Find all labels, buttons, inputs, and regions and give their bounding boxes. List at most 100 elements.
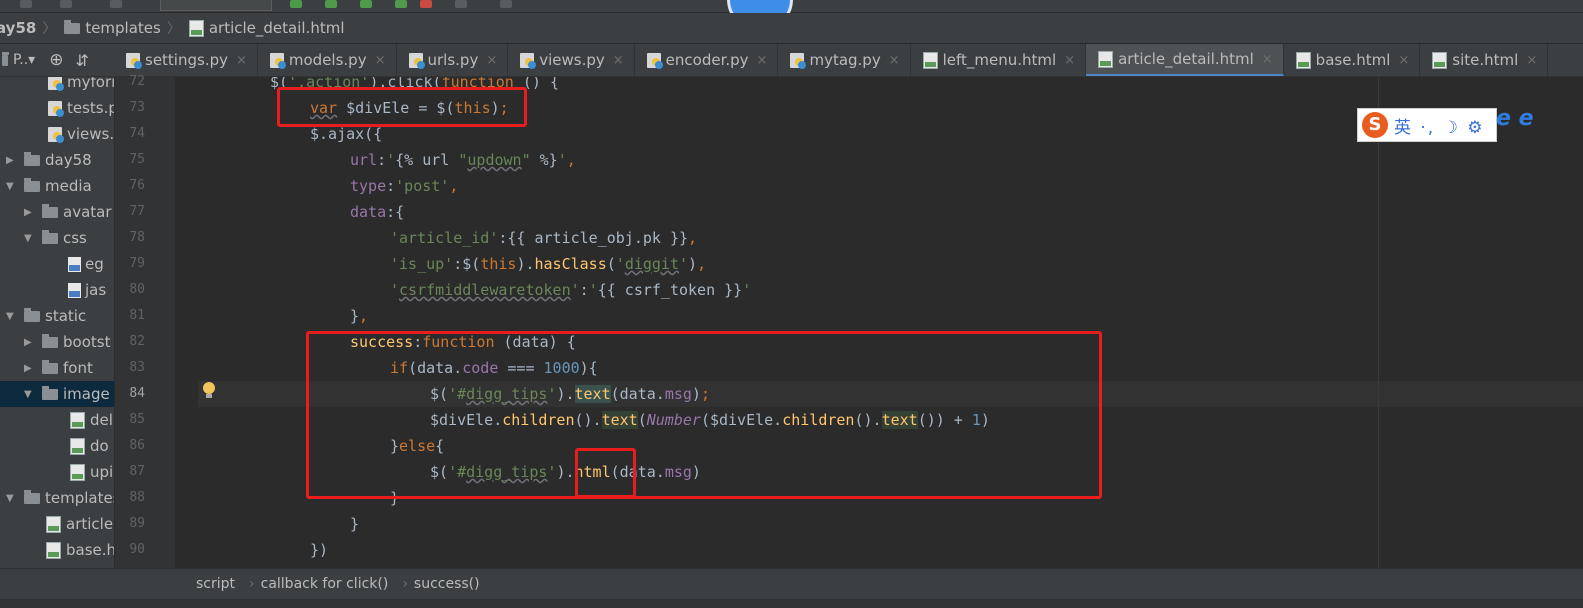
fold-marker[interactable] (180, 77, 188, 103)
tab-urls-py[interactable]: urls.py × (397, 44, 509, 76)
fold-marker[interactable] (180, 311, 188, 337)
close-icon[interactable]: × (1262, 52, 1273, 67)
crosshair-icon[interactable]: ⊕ (49, 50, 63, 70)
folder-icon (42, 203, 58, 218)
debug-icon[interactable] (325, 0, 337, 8)
close-icon[interactable]: × (1526, 53, 1537, 68)
breadcrumb-folder[interactable]: templates (64, 19, 161, 37)
chevron-right-icon[interactable]: ▶ (6, 155, 16, 166)
folder-icon (42, 385, 58, 400)
chevron-right-icon[interactable]: ▶ (24, 337, 34, 348)
back-icon[interactable] (20, 0, 32, 8)
breadcrumb-project[interactable]: ay58 (0, 19, 36, 37)
code-crumb-success[interactable]: success() (414, 576, 480, 592)
fold-marker[interactable] (180, 363, 188, 389)
tree-item-day58[interactable]: ▶ day58 (6, 147, 92, 173)
chevron-down-icon[interactable]: ▼ (6, 311, 16, 322)
fold-marker[interactable] (180, 467, 188, 493)
vcs-icon[interactable] (455, 0, 467, 8)
fold-marker[interactable] (180, 207, 188, 233)
close-icon[interactable]: × (1398, 53, 1409, 68)
close-icon[interactable]: × (486, 53, 497, 68)
fold-marker[interactable] (180, 415, 188, 441)
breadcrumb-file[interactable]: article_detail.html (188, 19, 345, 37)
code-line-78: 'article_id':{{ article_obj.pk }}, (390, 229, 698, 247)
fold-marker[interactable] (180, 181, 188, 207)
chevron-right-icon[interactable]: ▶ (24, 363, 34, 374)
project-tree[interactable]: myforı tests.p views.(▶ day58 ▼ media ▶ avatar ▼… (0, 77, 115, 568)
fold-marker[interactable] (180, 129, 188, 155)
fold-marker[interactable] (180, 441, 188, 467)
collapse-icon[interactable]: ⇵ (75, 51, 88, 70)
close-icon[interactable]: × (889, 53, 900, 68)
tab-views-py[interactable]: views.py × (508, 44, 635, 76)
tree-item-label: article (66, 515, 114, 533)
fold-marker[interactable] (180, 155, 188, 181)
fold-marker[interactable] (180, 233, 188, 259)
close-icon[interactable]: × (375, 53, 386, 68)
code-crumb-script[interactable]: script (196, 576, 235, 592)
tree-item-label: myforı (67, 77, 115, 91)
tree-item-tests-p[interactable]: tests.p (48, 95, 114, 121)
tab-models-py[interactable]: models.py × (258, 44, 397, 76)
stop-icon[interactable] (420, 0, 432, 8)
chevron-down-icon[interactable]: ▼ (6, 493, 16, 504)
tree-item-upi[interactable]: upi (70, 459, 113, 485)
build-icon[interactable] (110, 0, 122, 8)
lightbulb-icon[interactable] (202, 382, 216, 400)
close-icon[interactable]: × (613, 53, 624, 68)
ime-status-text[interactable]: 英 ·, ☽ ⚙ (1394, 113, 1485, 138)
tree-item-article[interactable]: article (46, 511, 113, 537)
fold-marker[interactable] (180, 493, 188, 519)
tab-article-detail-html[interactable]: article_detail.html × (1086, 44, 1284, 76)
tree-item-jas[interactable]: jas (68, 277, 106, 303)
ime-logo-icon[interactable]: S (1362, 112, 1388, 138)
code-line-76: type:'post', (350, 177, 459, 195)
tree-item-eg[interactable]: eg (68, 251, 104, 277)
tree-item-del[interactable]: del (70, 407, 113, 433)
tree-item-font[interactable]: ▶ font (24, 355, 93, 381)
tree-item-base-h[interactable]: base.h (46, 537, 114, 563)
forward-icon[interactable] (60, 0, 72, 8)
tree-item-css[interactable]: ▼ css (24, 225, 87, 251)
fold-marker[interactable] (180, 259, 188, 285)
ime-toolbar[interactable]: S 英 ·, ☽ ⚙ (1357, 108, 1497, 142)
chevron-down-icon[interactable]: ▼ (24, 389, 34, 400)
tab-base-html[interactable]: base.html × (1284, 44, 1421, 76)
run-configuration-select[interactable] (160, 0, 272, 11)
tab-encoder-py[interactable]: encoder.py × (635, 44, 779, 76)
tree-item-do[interactable]: do (70, 433, 109, 459)
close-icon[interactable]: × (757, 53, 768, 68)
close-icon[interactable]: × (236, 53, 247, 68)
fold-marker[interactable] (180, 389, 188, 415)
fold-marker[interactable] (180, 519, 188, 545)
tab-mytag-py[interactable]: mytag.py × (778, 44, 911, 76)
search-icon[interactable] (500, 0, 512, 8)
coverage-icon[interactable] (360, 0, 372, 8)
tree-item-static[interactable]: ▼ static (6, 303, 86, 329)
code-crumb-callback[interactable]: callback for click() (261, 576, 389, 592)
fold-marker[interactable] (180, 337, 188, 363)
chevron-right-icon: 〉 (42, 21, 57, 37)
tree-item-templates[interactable]: ▼ templates (6, 485, 114, 511)
fold-marker[interactable] (180, 285, 188, 311)
tree-item-myfor-[interactable]: myforı (48, 77, 115, 95)
tree-item-bootst[interactable]: ▶ bootst (24, 329, 110, 355)
close-icon[interactable]: × (1064, 53, 1075, 68)
tree-item-views-[interactable]: views.( (48, 121, 114, 147)
tab-site-html[interactable]: site.html × (1420, 44, 1549, 76)
annotation-box-var-divele (277, 87, 527, 127)
tree-item-media[interactable]: ▼ media (6, 173, 92, 199)
chevron-down-icon[interactable]: ▼ (6, 181, 16, 192)
fold-marker[interactable] (180, 103, 188, 129)
tree-item-avatar[interactable]: ▶ avatar (24, 199, 112, 225)
profile-icon[interactable] (395, 0, 407, 8)
browser-icons[interactable]: e e (1496, 106, 1534, 131)
chevron-down-icon[interactable]: ▼ (24, 233, 34, 244)
tab-left-menu-html[interactable]: left_menu.html × (911, 44, 1087, 76)
html-file-icon (922, 51, 938, 69)
chevron-right-icon[interactable]: ▶ (24, 207, 34, 218)
run-icon[interactable] (290, 0, 302, 8)
project-panel-title[interactable]: P..▾ (13, 52, 35, 68)
tree-item-image[interactable]: ▼ image (0, 381, 114, 407)
